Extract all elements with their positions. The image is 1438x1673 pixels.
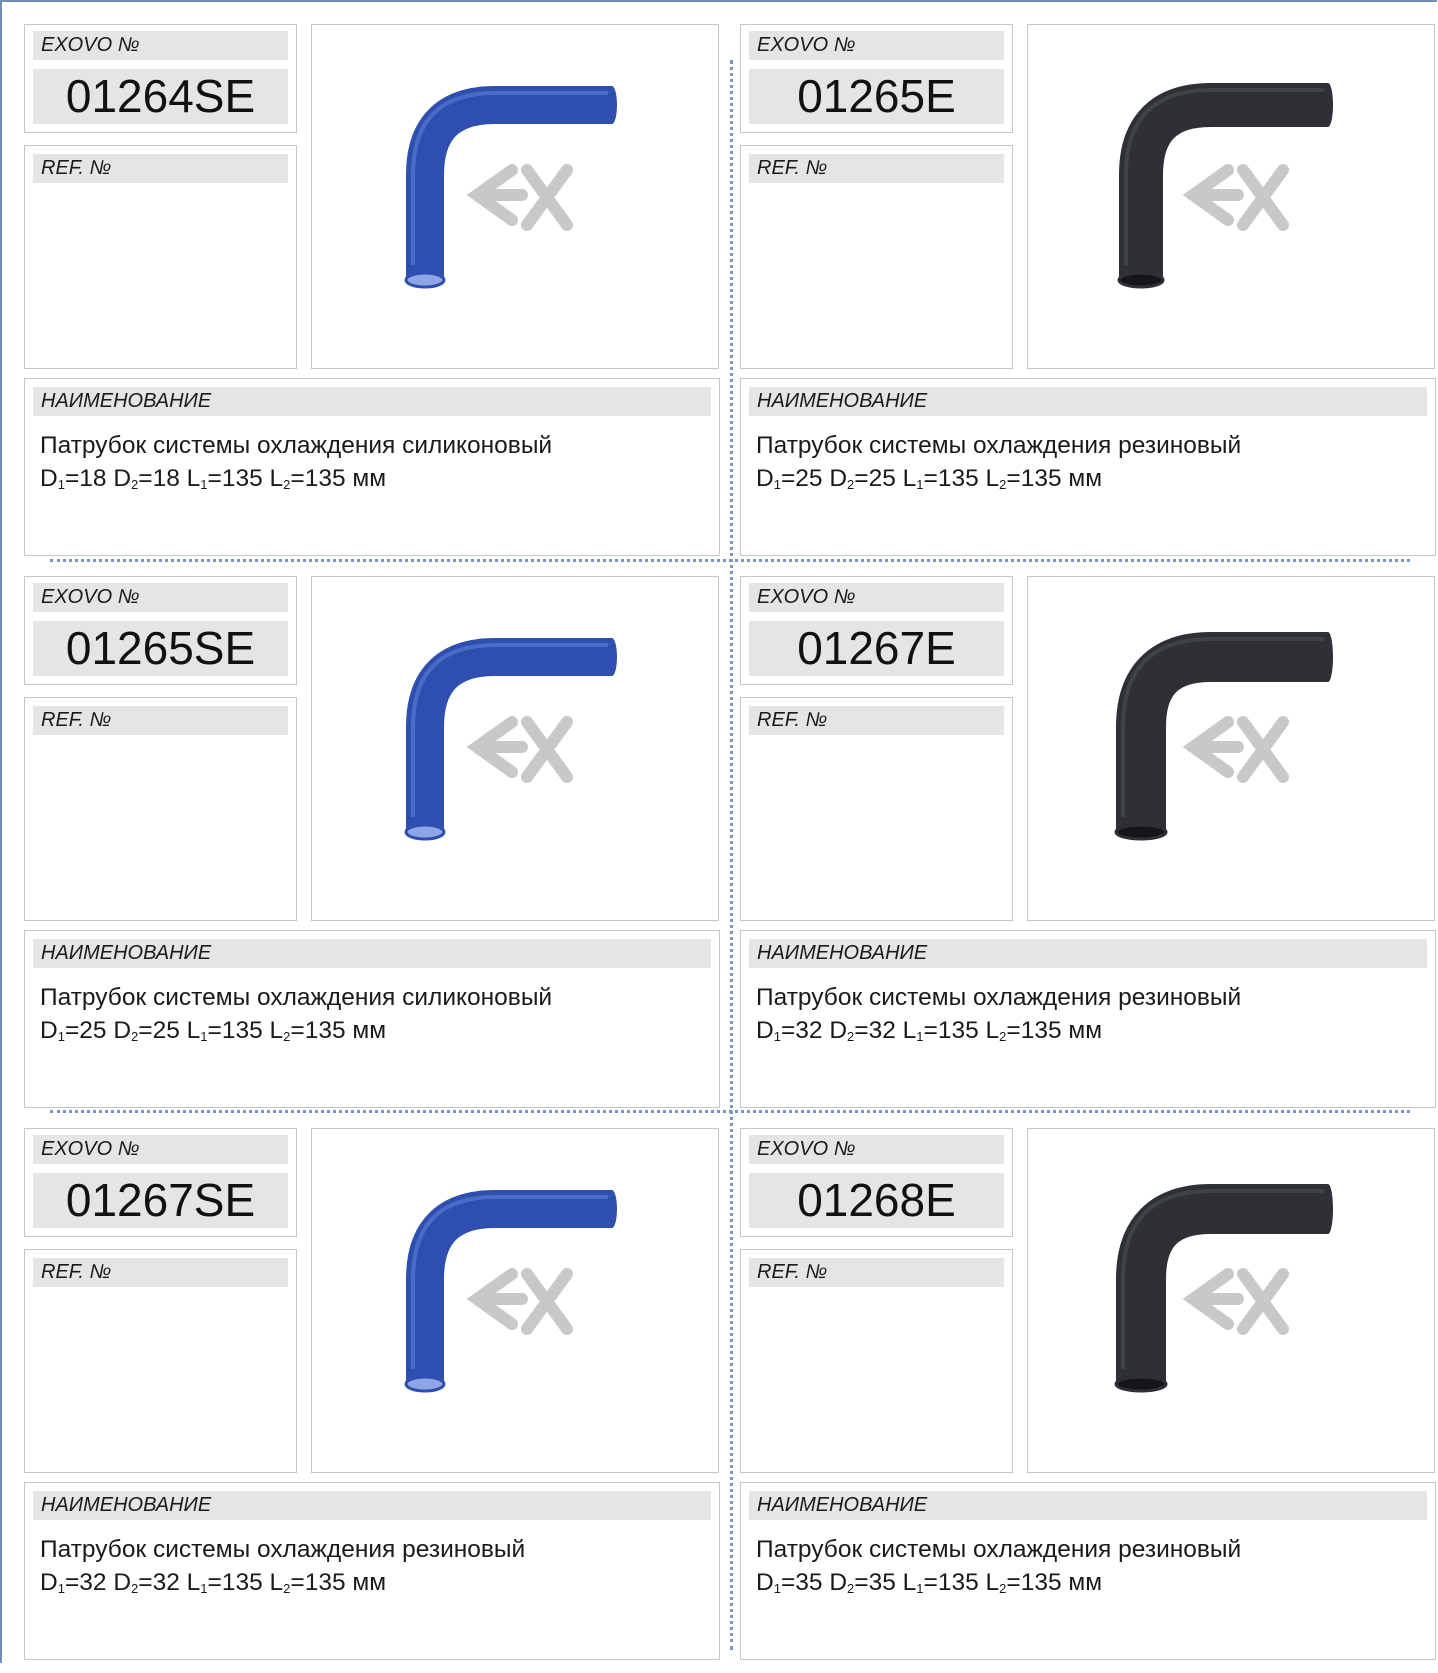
exovo-number-box: EXOVO № 01265SE <box>24 576 297 685</box>
name-box: НАИМЕНОВАНИЕ Патрубок системы охлаждения… <box>24 378 720 556</box>
hose-elbow-blue-icon <box>312 577 718 920</box>
watermark-logo <box>466 1268 573 1335</box>
watermark-logo <box>1182 1268 1289 1335</box>
exovo-number-box: EXOVO № 01267SE <box>24 1128 297 1237</box>
ref-label: REF. № <box>749 706 1004 735</box>
ref-number-box: REF. № <box>740 145 1013 369</box>
watermark-logo <box>1182 164 1289 231</box>
exovo-number-box: EXOVO № 01265E <box>740 24 1013 133</box>
watermark-logo <box>466 164 573 231</box>
ref-label: REF. № <box>749 154 1004 183</box>
ref-label: REF. № <box>33 154 288 183</box>
product-image-box[interactable] <box>1027 576 1435 921</box>
product-image-box[interactable] <box>311 576 719 921</box>
ref-number-box: REF. № <box>740 697 1013 921</box>
product-code[interactable]: 01265E <box>749 69 1004 124</box>
name-label: НАИМЕНОВАНИЕ <box>33 939 711 968</box>
product-card: EXOVO № 01267SE REF. № НАИМЕНОВАНИЕ Патр… <box>24 1128 732 1673</box>
product-code[interactable]: 01267SE <box>33 1173 288 1228</box>
dimensions-line: D1=25 D2=25 L1=135 L2=135 мм <box>40 1017 387 1044</box>
product-code[interactable]: 01268E <box>749 1173 1004 1228</box>
ref-label: REF. № <box>749 1258 1004 1287</box>
product-description: Патрубок системы охлаждения резиновый D1… <box>756 1533 1425 1599</box>
product-image-box[interactable] <box>1027 1128 1435 1473</box>
watermark-logo <box>466 716 573 783</box>
name-label: НАИМЕНОВАНИЕ <box>749 387 1427 416</box>
dimensions-line: D1=32 D2=32 L1=135 L2=135 мм <box>756 1017 1103 1044</box>
description-line1: Патрубок системы охлаждения силиконовый <box>40 432 553 459</box>
exovo-number-box: EXOVO № 01267E <box>740 576 1013 685</box>
name-box: НАИМЕНОВАНИЕ Патрубок системы охлаждения… <box>24 930 720 1108</box>
name-box: НАИМЕНОВАНИЕ Патрубок системы охлаждения… <box>740 930 1436 1108</box>
product-code[interactable]: 01267E <box>749 621 1004 676</box>
product-image-box[interactable] <box>311 1128 719 1473</box>
product-card: EXOVO № 01267E REF. № НАИМЕНОВАНИЕ Патру… <box>740 576 1438 1121</box>
name-box: НАИМЕНОВАНИЕ Патрубок системы охлаждения… <box>740 378 1436 556</box>
product-description: Патрубок системы охлаждения резиновый D1… <box>756 429 1425 495</box>
product-description: Патрубок системы охлаждения силиконовый … <box>40 981 709 1047</box>
hose-elbow-blue-icon <box>312 25 718 368</box>
hose-elbow-black-icon <box>1028 1129 1434 1472</box>
hose-elbow-black-icon <box>1028 25 1434 368</box>
hose-elbow-black-icon <box>1028 577 1434 920</box>
exovo-label: EXOVO № <box>33 1135 288 1164</box>
product-description: Патрубок системы охлаждения резиновый D1… <box>40 1533 709 1599</box>
name-label: НАИМЕНОВАНИЕ <box>749 1491 1427 1520</box>
name-box: НАИМЕНОВАНИЕ Патрубок системы охлаждения… <box>740 1482 1436 1660</box>
product-description: Патрубок системы охлаждения силиконовый … <box>40 429 709 495</box>
exovo-label: EXOVO № <box>749 31 1004 60</box>
ref-label: REF. № <box>33 706 288 735</box>
product-card: EXOVO № 01265E REF. № НАИМЕНОВАНИЕ Патру… <box>740 24 1438 569</box>
ref-number-box: REF. № <box>24 1249 297 1473</box>
product-image-box[interactable] <box>311 24 719 369</box>
description-line1: Патрубок системы охлаждения резиновый <box>756 1536 1242 1563</box>
dimensions-line: D1=35 D2=35 L1=135 L2=135 мм <box>756 1569 1103 1596</box>
dimensions-line: D1=25 D2=25 L1=135 L2=135 мм <box>756 465 1103 492</box>
description-line1: Патрубок системы охлаждения резиновый <box>756 432 1242 459</box>
ref-number-box: REF. № <box>24 145 297 369</box>
exovo-label: EXOVO № <box>33 583 288 612</box>
exovo-label: EXOVO № <box>749 583 1004 612</box>
ref-number-box: REF. № <box>740 1249 1013 1473</box>
name-label: НАИМЕНОВАНИЕ <box>749 939 1427 968</box>
name-label: НАИМЕНОВАНИЕ <box>33 1491 711 1520</box>
ref-number-box: REF. № <box>24 697 297 921</box>
hose-elbow-blue-icon <box>312 1129 718 1472</box>
dimensions-line: D1=32 D2=32 L1=135 L2=135 мм <box>40 1569 387 1596</box>
exovo-label: EXOVO № <box>33 31 288 60</box>
name-box: НАИМЕНОВАНИЕ Патрубок системы охлаждения… <box>24 1482 720 1660</box>
product-code[interactable]: 01265SE <box>33 621 288 676</box>
product-image-box[interactable] <box>1027 24 1435 369</box>
exovo-number-box: EXOVO № 01268E <box>740 1128 1013 1237</box>
product-code[interactable]: 01264SE <box>33 69 288 124</box>
ref-label: REF. № <box>33 1258 288 1287</box>
product-card: EXOVO № 01264SE REF. № НАИМЕНОВАНИЕ Патр… <box>24 24 732 569</box>
product-description: Патрубок системы охлаждения резиновый D1… <box>756 981 1425 1047</box>
exovo-number-box: EXOVO № 01264SE <box>24 24 297 133</box>
product-card: EXOVO № 01265SE REF. № НАИМЕНОВАНИЕ Патр… <box>24 576 732 1121</box>
description-line1: Патрубок системы охлаждения резиновый <box>40 1536 526 1563</box>
product-card: EXOVO № 01268E REF. № НАИМЕНОВАНИЕ Патру… <box>740 1128 1438 1673</box>
dimensions-line: D1=18 D2=18 L1=135 L2=135 мм <box>40 465 387 492</box>
description-line1: Патрубок системы охлаждения силиконовый <box>40 984 553 1011</box>
watermark-logo <box>1182 716 1289 783</box>
description-line1: Патрубок системы охлаждения резиновый <box>756 984 1242 1011</box>
exovo-label: EXOVO № <box>749 1135 1004 1164</box>
name-label: НАИМЕНОВАНИЕ <box>33 387 711 416</box>
